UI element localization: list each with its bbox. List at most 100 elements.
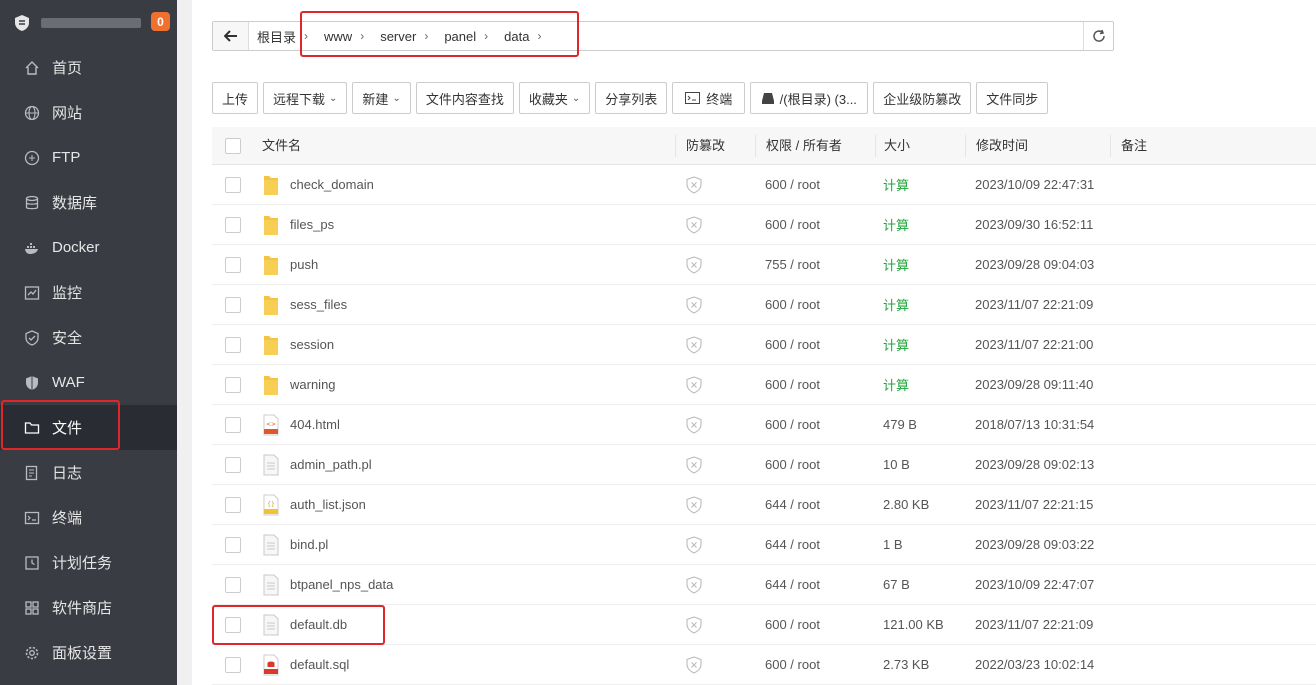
table-row[interactable]: session 600 / root 计算 2023/11/07 22:21:00: [212, 325, 1316, 365]
row-checkbox[interactable]: [225, 376, 241, 393]
file-size[interactable]: 计算: [875, 215, 965, 234]
tamper-guard-icon[interactable]: [685, 415, 703, 434]
file-name[interactable]: admin_path.pl: [290, 457, 372, 472]
sidebar-item-4[interactable]: Docker: [0, 225, 177, 270]
table-row[interactable]: default.db 600 / root 121.00 KB 2023/11/07 …: [212, 605, 1316, 645]
header-size[interactable]: 大小: [875, 134, 965, 157]
file-permission[interactable]: 600 / root: [755, 657, 875, 672]
tamper-guard-icon[interactable]: [685, 375, 703, 394]
row-checkbox[interactable]: [225, 496, 241, 513]
breadcrumb-item[interactable]: 根目录 ›: [249, 22, 316, 50]
file-permission[interactable]: 644 / root: [755, 497, 875, 512]
sidebar-item-1[interactable]: 网站: [0, 90, 177, 135]
row-checkbox[interactable]: [225, 176, 241, 193]
sidebar-item-2[interactable]: FTP: [0, 135, 177, 180]
new-button[interactable]: 新建 ⌄: [352, 82, 411, 114]
sidebar-item-11[interactable]: 计划任务: [0, 540, 177, 585]
file-permission[interactable]: 600 / root: [755, 417, 875, 432]
row-checkbox[interactable]: [225, 416, 241, 433]
row-checkbox[interactable]: [225, 256, 241, 273]
file-permission[interactable]: 600 / root: [755, 457, 875, 472]
file-permission[interactable]: 644 / root: [755, 577, 875, 592]
sidebar-item-0[interactable]: 首页: [0, 45, 177, 90]
upload-button[interactable]: 上传: [212, 82, 259, 114]
sidebar-item-3[interactable]: 数据库: [0, 180, 177, 225]
file-size[interactable]: 计算: [875, 175, 965, 194]
tamper-guard-icon[interactable]: [685, 655, 703, 674]
row-checkbox[interactable]: [225, 656, 241, 673]
file-name[interactable]: session: [290, 337, 334, 352]
sidebar-item-6[interactable]: 安全: [0, 315, 177, 360]
tamper-guard-icon[interactable]: [685, 535, 703, 554]
table-row[interactable]: btpanel_nps_data 644 / root 67 B 2023/10/09…: [212, 565, 1316, 605]
file-name[interactable]: auth_list.json: [290, 497, 366, 512]
tamper-guard-icon[interactable]: [685, 495, 703, 514]
sidebar-item-9[interactable]: 日志: [0, 450, 177, 495]
tamper-guard-icon[interactable]: [685, 175, 703, 194]
table-row[interactable]: warning 600 / root 计算 2023/09/28 09:11:40: [212, 365, 1316, 405]
row-checkbox[interactable]: [225, 616, 241, 633]
sidebar-item-13[interactable]: 面板设置: [0, 630, 177, 675]
file-permission[interactable]: 644 / root: [755, 537, 875, 552]
table-row[interactable]: bind.pl 644 / root 1 B 2023/09/28 09:03:22: [212, 525, 1316, 565]
tamper-proof-button[interactable]: 企业级防篡改: [873, 82, 972, 114]
select-all-checkbox[interactable]: [225, 137, 241, 154]
favorites-button[interactable]: 收藏夹 ⌄: [518, 82, 591, 114]
share-list-button[interactable]: 分享列表: [595, 82, 668, 114]
table-row[interactable]: admin_path.pl 600 / root 10 B 2023/09/28 09…: [212, 445, 1316, 485]
file-size[interactable]: 计算: [875, 295, 965, 314]
file-name[interactable]: sess_files: [290, 297, 347, 312]
row-checkbox[interactable]: [225, 536, 241, 553]
file-name[interactable]: push: [290, 257, 318, 272]
row-checkbox[interactable]: [225, 456, 241, 473]
notification-badge[interactable]: 0: [151, 12, 170, 31]
file-permission[interactable]: 600 / root: [755, 297, 875, 312]
table-row[interactable]: {} auth_list.json 644 / root 2.80 KB 2023/11…: [212, 485, 1316, 525]
tamper-guard-icon[interactable]: [685, 575, 703, 594]
file-name[interactable]: bind.pl: [290, 537, 328, 552]
table-row[interactable]: default.sql 600 / root 2.73 KB 2022/03/23 1…: [212, 645, 1316, 685]
table-row[interactable]: check_domain 600 / root 计算 2023/10/09 22:47…: [212, 165, 1316, 205]
table-row[interactable]: push 755 / root 计算 2023/09/28 09:04:03: [212, 245, 1316, 285]
tamper-guard-icon[interactable]: [685, 215, 703, 234]
terminal-button[interactable]: 终端: [672, 82, 746, 114]
breadcrumb-item[interactable]: data ›: [496, 22, 549, 50]
file-permission[interactable]: 600 / root: [755, 177, 875, 192]
file-name[interactable]: default.sql: [290, 657, 349, 672]
file-size[interactable]: 计算: [875, 255, 965, 274]
content-search-button[interactable]: 文件内容查找: [415, 82, 514, 114]
row-checkbox[interactable]: [225, 576, 241, 593]
breadcrumb-item[interactable]: www ›: [316, 22, 372, 50]
file-sync-button[interactable]: 文件同步: [976, 82, 1049, 114]
remote-download-button[interactable]: 远程下载 ⌄: [263, 82, 348, 114]
file-size[interactable]: 计算: [875, 375, 965, 394]
header-mtime[interactable]: 修改时间: [965, 134, 1110, 157]
sidebar-item-8[interactable]: 文件: [0, 405, 177, 450]
header-name[interactable]: 文件名: [254, 135, 675, 157]
tamper-guard-icon[interactable]: [685, 615, 703, 634]
file-permission[interactable]: 600 / root: [755, 617, 875, 632]
file-permission[interactable]: 600 / root: [755, 377, 875, 392]
tamper-guard-icon[interactable]: [685, 455, 703, 474]
row-checkbox[interactable]: [225, 336, 241, 353]
row-checkbox[interactable]: [225, 216, 241, 233]
sidebar-item-5[interactable]: 监控: [0, 270, 177, 315]
file-name[interactable]: default.db: [290, 617, 347, 632]
table-row[interactable]: sess_files 600 / root 计算 2023/11/07 22:21:0…: [212, 285, 1316, 325]
table-row[interactable]: files_ps 600 / root 计算 2023/09/30 16:52:11: [212, 205, 1316, 245]
file-name[interactable]: files_ps: [290, 217, 334, 232]
sidebar-item-10[interactable]: 终端: [0, 495, 177, 540]
table-row[interactable]: <> 404.html 600 / root 479 B 2018/07/13 10:3…: [212, 405, 1316, 445]
breadcrumb-item[interactable]: panel ›: [436, 22, 496, 50]
file-size[interactable]: 计算: [875, 335, 965, 354]
tamper-guard-icon[interactable]: [685, 335, 703, 354]
file-permission[interactable]: 600 / root: [755, 217, 875, 232]
file-name[interactable]: warning: [290, 377, 336, 392]
file-name[interactable]: btpanel_nps_data: [290, 577, 393, 592]
tamper-guard-icon[interactable]: [685, 295, 703, 314]
tamper-guard-icon[interactable]: [685, 255, 703, 274]
sidebar-item-7[interactable]: WAF: [0, 360, 177, 405]
file-permission[interactable]: 600 / root: [755, 337, 875, 352]
row-checkbox[interactable]: [225, 296, 241, 313]
disk-button[interactable]: /(根目录) (3...: [750, 82, 869, 114]
